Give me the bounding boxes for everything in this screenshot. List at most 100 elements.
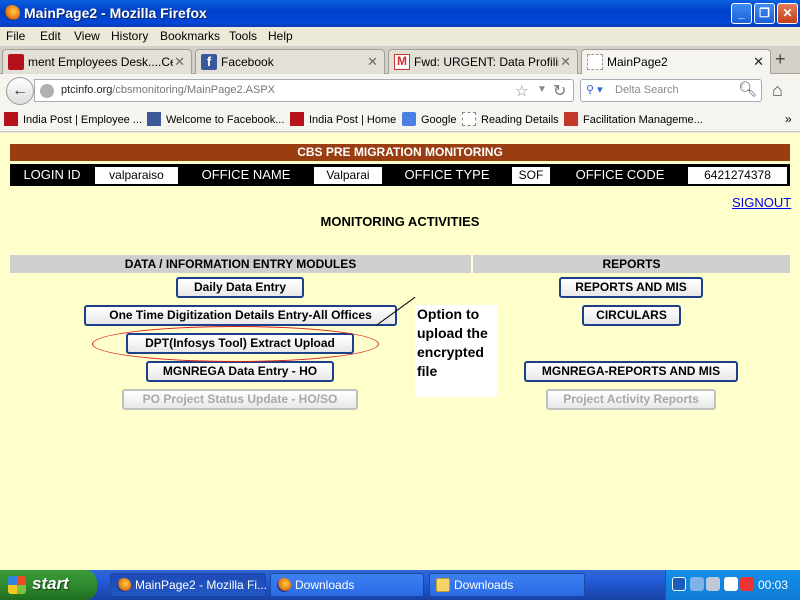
blank-page-icon [587, 54, 603, 70]
maximize-button[interactable]: ❐ [754, 3, 775, 24]
india-post-icon [4, 112, 18, 126]
window-title: MainPage2 - Mozilla Firefox [24, 5, 207, 21]
taskbar-downloads-firefox[interactable]: Downloads [270, 573, 424, 597]
clock: 00:03 [758, 578, 789, 592]
facilitation-icon [564, 112, 578, 126]
taskbar-firefox[interactable]: MainPage2 - Mozilla Fi... [110, 573, 267, 597]
new-tab-icon[interactable]: + [775, 49, 786, 70]
system-tray: 00:03 [665, 570, 800, 600]
back-icon[interactable]: ← [6, 77, 34, 105]
bookmark-facilitation[interactable]: Facilitation Manageme... [564, 112, 703, 126]
signout-link[interactable]: SIGNOUT [732, 195, 791, 210]
menu-edit[interactable]: Edit [40, 29, 61, 43]
search-engine-icon[interactable]: ⚲ ▾ [586, 83, 603, 96]
firefox-icon [277, 578, 291, 592]
login-id-value: valparaiso [94, 166, 179, 185]
tab-mainpage2[interactable]: MainPage2 ✕ [581, 49, 771, 74]
circulars-button[interactable]: CIRCULARS [582, 305, 681, 326]
reports-header: REPORTS [473, 255, 790, 273]
page-content: CBS PRE MIGRATION MONITORING LOGIN ID va… [0, 133, 800, 570]
page-banner: CBS PRE MIGRATION MONITORING [10, 144, 790, 161]
menu-file[interactable]: File [6, 29, 25, 43]
menu-help[interactable]: Help [268, 29, 293, 43]
tab-label: Fwd: URGENT: Data Profiling ... [414, 55, 559, 69]
tab-facebook[interactable]: f Facebook ✕ [195, 49, 385, 74]
mgnrega-data-entry-button[interactable]: MGNREGA Data Entry - HO [146, 361, 334, 382]
data-entry-header: DATA / INFORMATION ENTRY MODULES [10, 255, 471, 273]
india-post-icon [8, 54, 24, 70]
url-bar[interactable]: ptcinfo.org/cbsmonitoring/MainPage2.ASPX… [34, 79, 574, 102]
office-code-value: 6421274378 [687, 166, 788, 185]
search-bar[interactable]: ⚲ ▾ Delta Search 🔍︎ [580, 79, 762, 102]
reports-and-mis-button[interactable]: REPORTS AND MIS [559, 277, 703, 298]
office-name-value: Valparai [313, 166, 383, 185]
bookmark-india-post-employee[interactable]: India Post | Employee ... [4, 112, 142, 126]
gmail-icon: M [394, 54, 410, 70]
tab-label: MainPage2 [607, 55, 668, 69]
close-tab-icon[interactable]: ✕ [367, 54, 378, 70]
facebook-icon: f [201, 54, 217, 70]
office-type-value: SOF [511, 166, 551, 185]
chevron-right-icon[interactable]: » [785, 112, 792, 126]
bookmark-facebook[interactable]: Welcome to Facebook... [147, 112, 284, 126]
folder-icon [436, 578, 450, 592]
tab-gmail[interactable]: M Fwd: URGENT: Data Profiling ... ✕ [388, 49, 578, 74]
taskbar: start MainPage2 - Mozilla Fi... Download… [0, 570, 800, 600]
home-icon[interactable]: ⌂ [772, 80, 783, 101]
menu-view[interactable]: View [74, 29, 100, 43]
callout-note: Option to upload the encrypted file [415, 305, 497, 397]
url-text[interactable]: ptcinfo.org/cbsmonitoring/MainPage2.ASPX [61, 84, 275, 96]
project-activity-reports-button: Project Activity Reports [546, 389, 716, 410]
india-post-icon [290, 112, 304, 126]
bookmark-reading-details[interactable]: Reading Details [462, 112, 559, 126]
menu-bar: File Edit View History Bookmarks Tools H… [0, 27, 800, 46]
daily-data-entry-button[interactable]: Daily Data Entry [176, 277, 304, 298]
title-bar: MainPage2 - Mozilla Firefox _ ❐ ✕ [0, 0, 800, 27]
menu-history[interactable]: History [111, 29, 148, 43]
close-button[interactable]: ✕ [777, 3, 798, 24]
office-type-label: OFFICE TYPE [404, 167, 490, 182]
tab-employees-desk[interactable]: ment Employees Desk....Cen... ✕ [2, 49, 192, 74]
chevron-down-icon[interactable]: ▼ [537, 84, 547, 95]
firefox-icon [4, 5, 20, 21]
minimize-button[interactable]: _ [731, 3, 752, 24]
globe-icon [40, 84, 54, 98]
google-icon [402, 112, 416, 126]
firefox-icon [117, 578, 131, 592]
navigation-bar: ← ptcinfo.org/cbsmonitoring/MainPage2.AS… [0, 74, 800, 108]
facebook-icon [147, 112, 161, 126]
network-icon[interactable] [690, 577, 704, 591]
bookmark-india-post-home[interactable]: India Post | Home [290, 112, 396, 126]
search-input[interactable]: Delta Search [615, 84, 679, 96]
bookmarks-toolbar: India Post | Employee ... Welcome to Fac… [0, 108, 800, 132]
bookmark-star-icon[interactable]: ☆ [515, 82, 528, 100]
tab-label: ment Employees Desk....Cen... [28, 55, 173, 69]
mgnrega-reports-button[interactable]: MGNREGA-REPORTS AND MIS [524, 361, 738, 382]
login-id-label: LOGIN ID [23, 167, 81, 182]
volume-icon[interactable] [706, 577, 720, 591]
close-tab-icon[interactable]: ✕ [174, 54, 185, 70]
reload-icon[interactable]: ↻ [553, 81, 566, 101]
antivirus-icon[interactable] [724, 577, 738, 591]
office-info-bar: LOGIN ID valparaiso OFFICE NAME Valparai… [10, 164, 790, 186]
search-icon[interactable]: 🔍︎ [738, 80, 757, 98]
monitoring-title: MONITORING ACTIVITIES [320, 214, 480, 229]
close-tab-icon[interactable]: ✕ [560, 54, 571, 70]
tab-label: Facebook [221, 55, 274, 69]
office-name-label: OFFICE NAME [201, 167, 291, 182]
taskbar-downloads-folder[interactable]: Downloads [429, 573, 585, 597]
chevron-left-icon[interactable] [672, 577, 686, 591]
tab-strip: ment Employees Desk....Cen... ✕ f Facebo… [0, 46, 800, 74]
menu-bookmarks[interactable]: Bookmarks [160, 29, 220, 43]
po-project-status-button: PO Project Status Update - HO/SO [122, 389, 358, 410]
windows-logo-icon [8, 576, 26, 594]
security-icon[interactable] [740, 577, 754, 591]
bookmark-google[interactable]: Google [402, 112, 456, 126]
blank-page-icon [462, 112, 476, 126]
menu-tools[interactable]: Tools [229, 29, 257, 43]
start-button[interactable]: start [0, 570, 97, 600]
highlight-ellipse [92, 326, 379, 362]
office-code-label: OFFICE CODE [575, 167, 665, 182]
one-time-digitization-button[interactable]: One Time Digitization Details Entry-All … [84, 305, 397, 326]
close-tab-icon[interactable]: ✕ [753, 54, 764, 70]
